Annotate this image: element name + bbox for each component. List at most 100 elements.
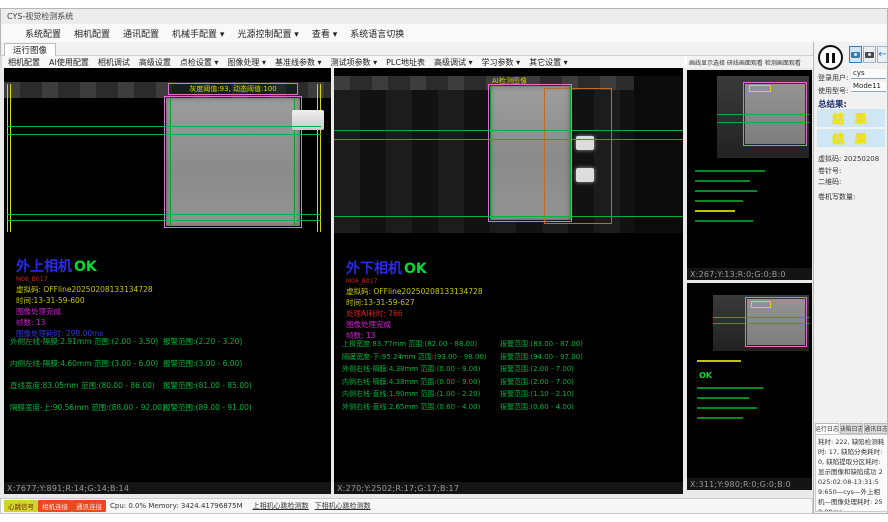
cpu-memory-readout: Cpu: 0.0% Memory: 3424.41796875M — [110, 502, 243, 510]
exit-button[interactable]: ← — [877, 46, 888, 63]
camera-view-middle[interactable]: AI检测图像 外下相机OK M06_B017 虚拟码: OFFline20250… — [334, 68, 683, 482]
overlay-tag — [749, 85, 771, 92]
toolbar-item[interactable]: 高级调试 ▾ — [434, 57, 473, 68]
measure-line — [7, 220, 321, 221]
measurement-row: 外侧右线-直线:2.65mm 范围:(0.60 - 4.00)报警范围:(0.6… — [342, 402, 678, 415]
login-user-field[interactable]: cys — [851, 69, 886, 79]
measurement-row: 内侧左线-隔膜:4.60mm 范围:(3.00 - 6.00)报警范围:(3.0… — [10, 358, 330, 380]
threshold-overlay-label: 灰度阈值:93, 动态阈值:100 — [168, 83, 298, 95]
log-tab[interactable]: 缺陷日志 — [840, 423, 864, 434]
pause-button[interactable] — [818, 45, 843, 70]
thumbnail-view-top[interactable] — [687, 70, 812, 268]
model-field[interactable]: Mode11 — [851, 82, 886, 92]
toolbar-item[interactable]: 点检设置 ▾ — [180, 57, 219, 68]
status-badge: 通讯连接 — [72, 500, 106, 512]
toolbar-item[interactable]: 学习参数 ▾ — [482, 57, 521, 68]
log-tab-bar: 运行日志缺陷日志通讯日志 — [815, 423, 888, 434]
coordinate-readout-thumb-bottom: X:311;Y:980;R:0;G:0;B:0 — [687, 478, 812, 490]
camera-info-block: 外下相机OK M06_B017 虚拟码: OFFline202502081331… — [346, 258, 483, 341]
thumbnail-view-bottom[interactable]: OK — [687, 283, 812, 478]
toolbar-item[interactable]: 测试项参数 ▾ — [331, 57, 378, 68]
camera-capture-button[interactable] — [863, 46, 876, 63]
menu-item[interactable]: 机械手配置 ▾ — [172, 27, 224, 40]
status-link[interactable]: 下相机心跳检测数 — [315, 502, 371, 510]
alarm-range: 报警范围:(2.00 - 7.00) — [500, 364, 574, 374]
log-tab[interactable]: 运行日志 — [815, 423, 839, 434]
log-text[interactable]: 耗时: 222, 缺陷检测耗时: 17, 缺陷分类耗时: 0, 缺陷提取分区耗时… — [815, 434, 888, 512]
menu-item[interactable]: 通讯配置 — [123, 27, 159, 40]
text-line-decor — [697, 397, 749, 399]
measurement-value: 内侧右线-隔膜:4.38mm 范围:(0.00 - 9.00) — [342, 377, 480, 387]
measure-line — [334, 130, 683, 131]
menu-item[interactable]: 相机配置 — [74, 27, 110, 40]
status-ok: OK — [699, 371, 712, 380]
toolbar-item[interactable]: AI使用配置 — [49, 57, 89, 68]
camera-title: 外上相机OK — [16, 256, 153, 276]
status-link[interactable]: 上相机心跳检测数 — [253, 502, 309, 510]
alarm-range: 报警范围:(0.60 - 4.00) — [500, 402, 574, 412]
measurement-row: 上极宽度:83.77mm 范围:(82.00 - 88.00)报警范围:(83.… — [342, 339, 678, 352]
toolbar-item[interactable]: 相机调试 — [98, 57, 130, 68]
status-badge: 心跳信号 — [4, 500, 38, 512]
text-line-decor — [695, 210, 735, 212]
alarm-range: 报警范围:(2.00 - 7.00) — [500, 377, 574, 387]
camera-icon — [851, 52, 860, 58]
menu-item[interactable]: 查看 ▾ — [312, 27, 337, 40]
toolbar-item[interactable]: PLC地址表 — [386, 57, 425, 68]
measurement-value: 外侧右线-隔膜:4.38mm 范围:(0.00 - 9.00) — [342, 364, 480, 374]
measurement-row: 内侧右线-直线:1.90mm 范围:(1.00 - 2.20)报警范围:(1.1… — [342, 389, 678, 402]
camera-info-block: 外上相机OK M06_B017 虚拟码: OFFline202502081331… — [16, 256, 153, 339]
camera-name: 外上相机 — [16, 259, 72, 275]
text-line-decor — [695, 170, 765, 172]
menu-item[interactable]: 系统语言切换 — [350, 27, 404, 40]
log-tab[interactable]: 通讯日志 — [864, 423, 888, 434]
measure-line — [713, 317, 809, 318]
menu-item[interactable]: 光源控制配置 ▾ — [237, 27, 298, 40]
measure-line — [7, 126, 321, 127]
model-label: 使用型号: — [818, 86, 848, 96]
measure-line — [7, 134, 321, 135]
text-line-decor — [697, 360, 741, 362]
camera-icon — [865, 52, 874, 58]
alarm-range: 报警范围:(81.00 - 85.00) — [163, 380, 252, 391]
measurement-value: 隔膜宽度-下:95.24mm 范围:(93.00 - 98.00) — [342, 352, 487, 362]
toolbar-item[interactable]: 图像处理 ▾ — [227, 57, 266, 68]
camera-name: 外下相机 — [346, 261, 402, 277]
result-indicator-2: 结 果 — [817, 129, 885, 147]
sub-code: M06_B017 — [16, 276, 153, 284]
measurement-row: 隔膜宽度-下:95.24mm 范围:(93.00 - 98.00)报警范围:(9… — [342, 352, 678, 365]
text-line-decor — [697, 387, 763, 389]
text-line-decor — [695, 220, 753, 222]
pause-icon — [826, 53, 829, 63]
menu-bar: 系统配置相机配置通讯配置机械手配置 ▾ 光源控制配置 ▾ 查看 ▾ 系统语言切换 — [0, 24, 888, 42]
overlay-line — [490, 86, 491, 220]
overlay-line — [7, 84, 8, 232]
back-arrow-icon: ← — [878, 50, 886, 60]
measure-line — [717, 122, 809, 123]
coordinate-readout-left: X:7677;Y:891;R:14;G:14;B:14 — [4, 482, 331, 494]
camera-live-button[interactable] — [849, 46, 862, 63]
bright-feature — [576, 168, 594, 182]
alarm-range: 报警范围:(1.10 - 2.10) — [500, 389, 574, 399]
status-links: 上相机心跳检测数下相机心跳检测数 — [247, 501, 371, 511]
write-count-label: 卷机写数量: — [818, 192, 855, 202]
toolbar-item[interactable]: 高级设置 — [139, 57, 171, 68]
camera-view-left[interactable]: 灰度阈值:93, 动态阈值:100 外上相机OK M06_B017 虚拟码: O… — [4, 68, 331, 482]
roi-rect — [164, 96, 302, 228]
alarm-range: 报警范围:(3.00 - 6.00) — [163, 358, 242, 369]
ai-overlay-label: AI检测图像 — [492, 76, 527, 86]
coordinate-readout-middle: X:270;Y:2502;R:17;G:17;B:17 — [334, 482, 683, 494]
tab-strip: 运行图像 — [0, 42, 888, 56]
measurement-value: 外侧左线-隔膜:2.91mm 范围:(2.00 - 3.50) — [10, 336, 158, 347]
toolbar-item[interactable]: 相机配置 — [8, 57, 40, 68]
overlay-line — [10, 84, 11, 232]
tab-run-image[interactable]: 运行图像 — [4, 43, 56, 56]
frame-count: 帧数: 13 — [16, 317, 153, 328]
measurement-value: 隔膜宽度-上:90.56mm 范围:(88.00 - 92.00) — [10, 402, 165, 413]
menu-item[interactable]: 系统配置 — [25, 27, 61, 40]
alarm-range: 报警范围:(89.00 - 91.00) — [163, 402, 252, 413]
virtual-code-label: 虚拟码: 20250208 — [818, 154, 879, 164]
measurement-row: 隔膜宽度-上:90.56mm 范围:(88.00 - 92.00)报警范围:(8… — [10, 402, 330, 424]
toolbar-item[interactable]: 基准线参数 ▾ — [275, 57, 322, 68]
toolbar-item[interactable]: 其它设置 ▾ — [529, 57, 568, 68]
